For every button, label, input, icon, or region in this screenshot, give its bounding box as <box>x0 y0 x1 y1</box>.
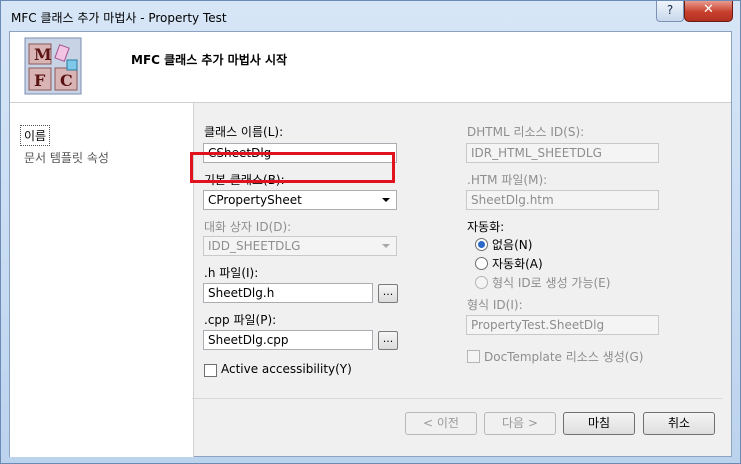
dialog-id-combo[interactable]: IDD_SHEETDLG <box>203 236 397 256</box>
type-id-label: 형식 ID(I): <box>467 298 523 312</box>
automation-label: 자동화: <box>467 220 505 234</box>
help-button[interactable]: ? <box>656 1 684 22</box>
finish-button[interactable]: 마침 <box>563 412 635 435</box>
nav-item-name[interactable]: 이름 <box>20 125 51 146</box>
automation-none-radio[interactable] <box>475 238 488 251</box>
logo-letter-m: M <box>34 45 52 64</box>
next-button[interactable]: 다음 > <box>484 412 556 435</box>
base-class-combo[interactable]: CPropertySheet <box>203 190 397 210</box>
dialog-id-label: 대화 상자 ID(D): <box>204 220 292 234</box>
htm-file-input[interactable]: SheetDlg.htm <box>466 190 659 210</box>
close-button[interactable]: ✕ <box>684 1 733 22</box>
chevron-down-icon <box>382 244 390 248</box>
dhtml-id-label: DHTML 리소스 ID(S): <box>467 125 585 139</box>
prev-button[interactable]: < 이전 <box>405 412 477 435</box>
class-name-label: 클래스 이름(L): <box>204 125 284 139</box>
wizard-header: M F C MFC 클래스 추가 마법사 시작 <box>10 32 731 103</box>
button-separator <box>192 398 722 399</box>
accessibility-checkbox[interactable] <box>204 364 217 377</box>
automation-auto-label[interactable]: 자동화(A) <box>492 255 543 272</box>
dialog-window: MFC 클래스 추가 마법사 - Property Test ? ✕ M F C… <box>0 0 741 464</box>
dhtml-id-input[interactable]: IDR_HTML_SHEETDLG <box>466 143 659 163</box>
type-id-input[interactable]: PropertyTest.SheetDlg <box>466 315 659 335</box>
chevron-down-icon <box>382 198 390 202</box>
window-title: MFC 클래스 추가 마법사 - Property Test <box>11 11 227 25</box>
logo-letter-c: C <box>60 71 73 90</box>
accessibility-label[interactable]: Active accessibility(Y) <box>221 362 352 376</box>
base-class-value: CPropertySheet <box>208 193 302 207</box>
h-file-label: .h 파일(I): <box>204 266 259 280</box>
automation-none-label[interactable]: 없음(N) <box>492 236 532 253</box>
highlight-box <box>190 152 395 183</box>
htm-file-label: .HTM 파일(M): <box>467 173 548 187</box>
doctemplate-checkbox[interactable] <box>467 350 480 363</box>
automation-createable-label: 형식 ID로 생성 가능(E) <box>492 276 611 290</box>
cpp-file-input[interactable]: SheetDlg.cpp <box>203 330 373 350</box>
title-bar[interactable]: MFC 클래스 추가 마법사 - Property Test ? ✕ <box>1 1 740 31</box>
cancel-button[interactable]: 취소 <box>643 412 715 435</box>
nav-item-doc-template[interactable]: 문서 템플릿 속성 <box>24 149 109 166</box>
automation-auto-radio[interactable] <box>475 257 488 270</box>
h-file-input[interactable]: SheetDlg.h <box>203 283 373 303</box>
doctemplate-label: DocTemplate 리소스 생성(G) <box>484 350 644 364</box>
cpp-file-browse-button[interactable]: ... <box>378 331 398 350</box>
wizard-page-title: MFC 클래스 추가 마법사 시작 <box>131 53 288 67</box>
cpp-file-label: .cpp 파일(P): <box>204 313 277 327</box>
automation-createable-radio[interactable] <box>475 276 488 289</box>
wizard-navigation: 이름 문서 템플릿 속성 <box>10 103 194 457</box>
h-file-browse-button[interactable]: ... <box>378 284 398 303</box>
dialog-id-value: IDD_SHEETDLG <box>208 239 301 253</box>
mfc-wizard-logo-icon: M F C <box>24 37 82 95</box>
logo-letter-f: F <box>34 71 46 90</box>
